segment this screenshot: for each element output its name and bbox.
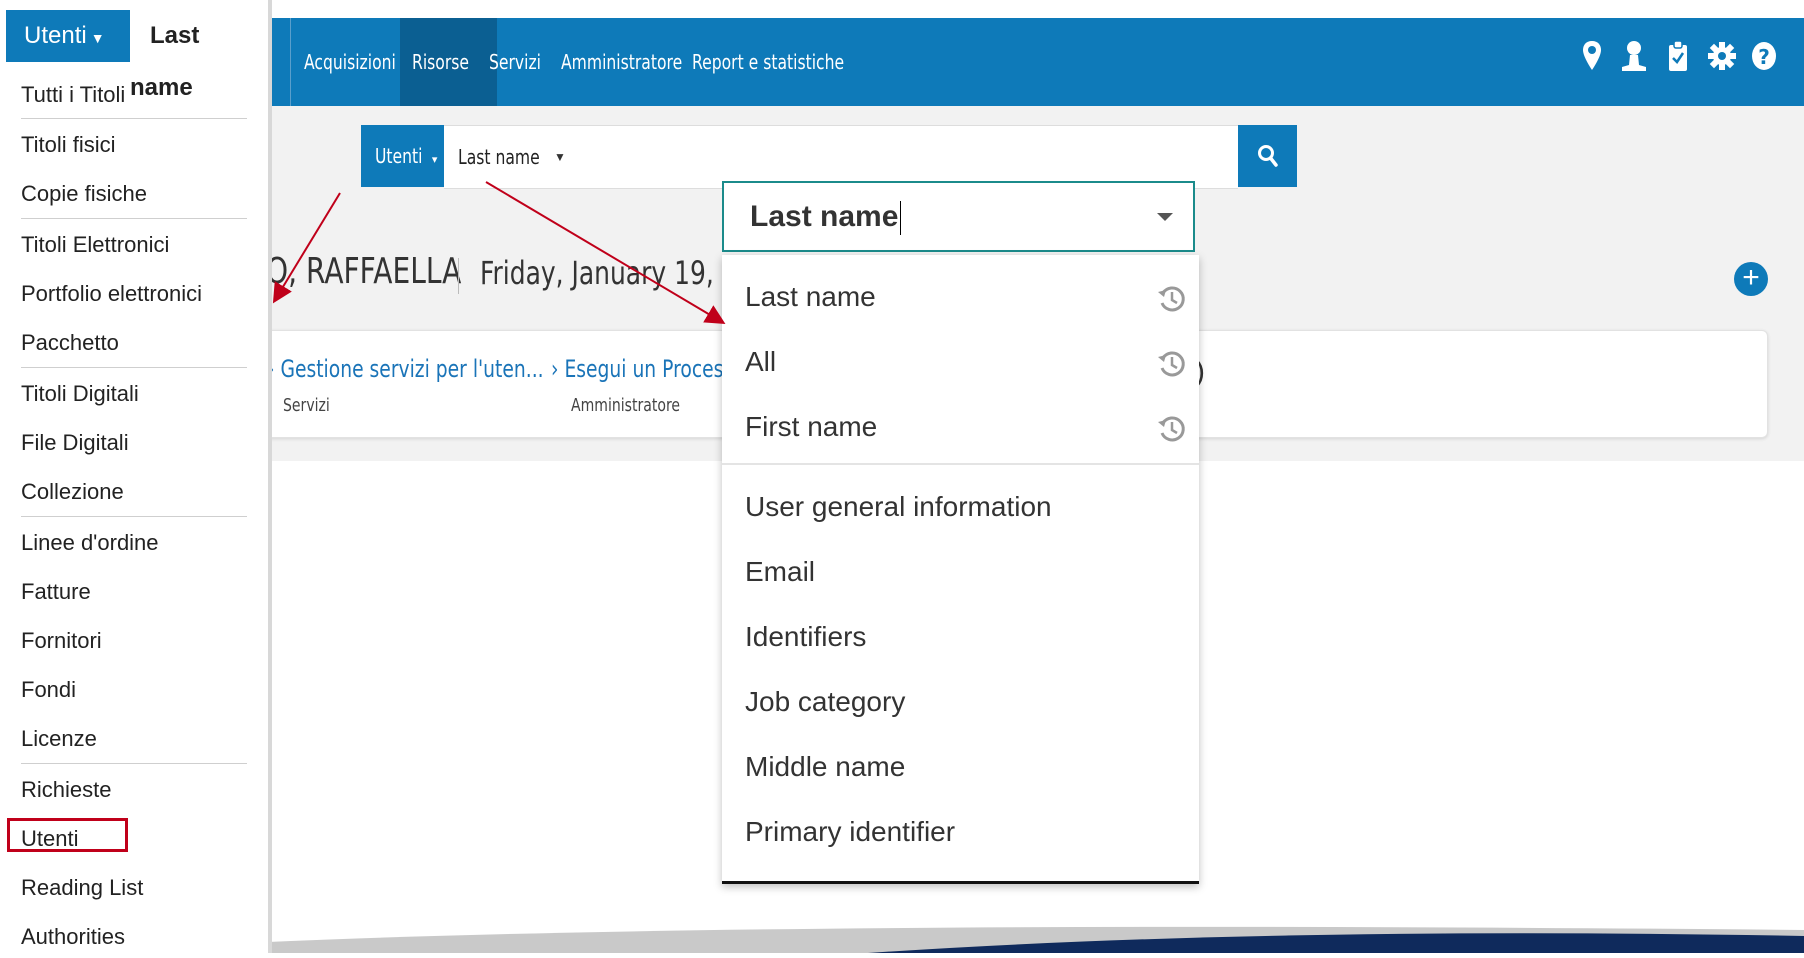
menu-item-titoli-digitali[interactable]: Titoli Digitali [21, 381, 139, 407]
dropdown-option-all[interactable]: All [745, 346, 776, 378]
plus-icon: + [1742, 261, 1760, 294]
menu-divider [21, 367, 247, 368]
quick-link-subtitle: Servizi [283, 395, 330, 416]
menu-divider [21, 218, 247, 219]
menu-item-reading-list[interactable]: Reading List [21, 875, 143, 901]
chevron-down-icon: ▼ [554, 150, 566, 164]
gear-icon[interactable] [1708, 40, 1736, 72]
dropdown-option-identifiers[interactable]: Identifiers [745, 621, 866, 653]
nav-separator [290, 18, 291, 106]
menu-item-utenti[interactable]: Utenti [21, 826, 78, 852]
search-type-menu: Utenti ▼ Last name Tutti i Titoli Titoli … [0, 0, 272, 953]
menu-item-pacchetto[interactable]: Pacchetto [21, 330, 119, 356]
menu-item-titoli-elettronici[interactable]: Titoli Elettronici [21, 232, 169, 258]
nav-risorse[interactable]: Risorse [400, 18, 498, 106]
history-icon [1154, 346, 1190, 382]
nav-report-statistiche[interactable]: Report e statistiche [692, 18, 887, 106]
dropdown-divider [722, 463, 1199, 465]
search-field-selector[interactable]: Last name ▼ [444, 125, 1238, 189]
user-icon[interactable] [1620, 40, 1648, 72]
search-field-dropdown-list: Last name All First name User general in… [722, 255, 1199, 884]
search-button[interactable] [1238, 125, 1297, 187]
title-separator [458, 258, 459, 294]
dropdown-option-primary-identifier[interactable]: Primary identifier [745, 816, 955, 848]
menu-item-authorities[interactable]: Authorities [21, 924, 125, 950]
quick-link-subtitle: Amministratore [571, 395, 681, 416]
nav-servizi[interactable]: Servizi [489, 18, 556, 106]
decorative-band [268, 920, 1804, 953]
svg-text:?: ? [1758, 45, 1770, 69]
menu-item-titoli-fisici[interactable]: Titoli fisici [21, 132, 116, 158]
menu-search-type[interactable]: Utenti ▼ [6, 10, 130, 62]
help-icon[interactable]: ? [1750, 40, 1778, 72]
add-button[interactable]: + [1734, 262, 1768, 296]
menu-item-fondi[interactable]: Fondi [21, 677, 76, 703]
chevron-down-icon[interactable] [1157, 213, 1173, 221]
dropdown-option-email[interactable]: Email [745, 556, 815, 588]
clipboard-check-icon[interactable] [1664, 40, 1692, 72]
dropdown-option-user-general-information[interactable]: User general information [745, 491, 1052, 523]
menu-item-richieste[interactable]: Richieste [21, 777, 111, 803]
menu-item-linee-ordine[interactable]: Linee d'ordine [21, 530, 159, 556]
search-field-dropdown-input[interactable]: Last name [722, 181, 1195, 252]
menu-item-portfolio-elettronici[interactable]: Portfolio elettronici [21, 281, 202, 307]
history-icon [1154, 411, 1190, 447]
menu-search-field[interactable]: Last name [130, 10, 268, 101]
menu-divider [21, 516, 247, 517]
menu-item-licenze[interactable]: Licenze [21, 726, 97, 752]
text-cursor [900, 201, 902, 236]
menu-divider [21, 763, 247, 764]
dropdown-option-first-name[interactable]: First name [745, 411, 877, 443]
dropdown-option-middle-name[interactable]: Middle name [745, 751, 905, 783]
menu-item-fatture[interactable]: Fatture [21, 579, 91, 605]
menu-item-file-digitali[interactable]: File Digitali [21, 430, 129, 456]
menu-item-collezione[interactable]: Collezione [21, 479, 124, 505]
menu-divider [21, 118, 247, 119]
page-title: O, RAFFAELLA [266, 251, 462, 292]
search-type-dropdown[interactable]: Utenti ▾ [361, 125, 444, 187]
history-icon [1154, 281, 1190, 317]
menu-item-copie-fisiche[interactable]: Copie fisiche [21, 181, 147, 207]
menu-item-tutti-i-titoli[interactable]: Tutti i Titoli [21, 82, 125, 108]
search-icon [1257, 145, 1278, 167]
dropdown-option-last-name[interactable]: Last name [745, 281, 876, 313]
location-pin-icon[interactable] [1578, 40, 1606, 72]
dropdown-option-job-category[interactable]: Job category [745, 686, 905, 718]
search-field-label: Last name [458, 145, 540, 169]
menu-item-fornitori[interactable]: Fornitori [21, 628, 102, 654]
